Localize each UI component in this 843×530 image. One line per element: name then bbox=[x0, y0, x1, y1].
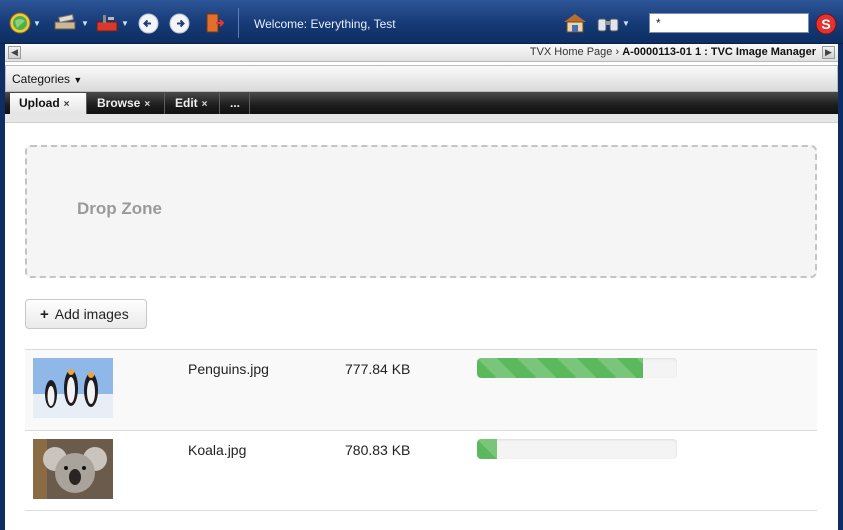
categories-menu[interactable]: Categories ▼ bbox=[12, 72, 82, 86]
logout-door-icon[interactable] bbox=[204, 11, 224, 35]
window-frame-right bbox=[838, 44, 843, 530]
breadcrumb-current: A-0000113-01 1 : TVC Image Manager bbox=[622, 46, 816, 58]
chevron-down-icon: ▼ bbox=[622, 18, 630, 28]
search-input[interactable] bbox=[649, 13, 809, 33]
home-globe-icon[interactable]: ▼ bbox=[9, 11, 41, 35]
breadcrumb-separator: › bbox=[615, 46, 620, 58]
breadcrumb: ◀ TVX Home Page › A-0000113-01 1 : TVC I… bbox=[5, 44, 838, 62]
tab-label: Browse bbox=[97, 96, 141, 110]
tab-edit[interactable]: Edit × bbox=[166, 93, 220, 114]
tab-label: ... bbox=[230, 96, 241, 110]
file-name: Koala.jpg bbox=[188, 442, 247, 458]
chevron-down-icon: ▼ bbox=[33, 18, 41, 28]
tools-icon[interactable]: ▼ bbox=[53, 11, 89, 35]
chevron-down-icon: ▼ bbox=[81, 18, 89, 28]
svg-text:S: S bbox=[821, 16, 830, 32]
tab-label: Upload bbox=[19, 96, 60, 110]
upload-file-list: Penguins.jpg 777.84 KB Koala.jpg 780.83 … bbox=[25, 349, 817, 511]
binoculars-icon[interactable]: ▼ bbox=[596, 11, 630, 35]
upload-progress-bar bbox=[477, 439, 677, 459]
toolbar-divider bbox=[238, 8, 239, 38]
list-item: Koala.jpg 780.83 KB bbox=[25, 430, 817, 511]
chevron-down-icon: ▼ bbox=[73, 75, 83, 85]
tab-upload[interactable]: Upload × bbox=[10, 93, 87, 114]
list-item: Penguins.jpg 777.84 KB bbox=[25, 349, 817, 430]
toolbox-icon[interactable]: ▼ bbox=[95, 11, 129, 35]
close-icon[interactable]: × bbox=[64, 99, 70, 110]
app-window: ▼ ▼ ▼ Welcome: Everything, Test ▼ * S ◀ … bbox=[0, 0, 843, 530]
chevron-down-icon: ▼ bbox=[121, 18, 129, 28]
tab-bar: Upload × Browse × Edit × ... bbox=[5, 92, 838, 114]
tab-browse[interactable]: Browse × bbox=[88, 93, 165, 114]
progress-fill bbox=[477, 358, 643, 378]
penguins-thumbnail bbox=[33, 358, 113, 418]
upload-progress-bar bbox=[477, 358, 677, 378]
tab-label: Edit bbox=[175, 96, 198, 110]
scroll-right-icon[interactable]: ▶ bbox=[822, 46, 835, 59]
list-divider bbox=[25, 510, 817, 511]
drop-zone[interactable]: Drop Zone bbox=[25, 145, 817, 278]
progress-fill bbox=[477, 439, 497, 459]
add-images-label: Add images bbox=[54, 306, 129, 322]
scroll-left-icon[interactable]: ◀ bbox=[8, 46, 21, 59]
back-icon[interactable] bbox=[138, 11, 159, 35]
plus-icon: + bbox=[40, 305, 49, 323]
categories-bar: Categories ▼ bbox=[5, 65, 838, 92]
koala-thumbnail bbox=[33, 439, 113, 499]
add-images-button[interactable]: + Add images bbox=[25, 299, 147, 329]
file-size: 777.84 KB bbox=[345, 361, 411, 377]
tab-strip-base bbox=[5, 114, 838, 123]
forward-icon[interactable] bbox=[169, 11, 190, 35]
tab-more[interactable]: ... bbox=[221, 93, 250, 114]
house-icon[interactable] bbox=[562, 11, 588, 35]
breadcrumb-trail: TVX Home Page › A-0000113-01 1 : TVC Ima… bbox=[530, 46, 816, 58]
welcome-text: Welcome: Everything, Test bbox=[254, 17, 396, 31]
categories-label: Categories bbox=[12, 72, 71, 86]
file-size: 780.83 KB bbox=[345, 442, 411, 458]
search-go-icon[interactable]: S bbox=[815, 12, 837, 36]
breadcrumb-home-link[interactable]: TVX Home Page bbox=[530, 46, 613, 58]
close-icon[interactable]: × bbox=[144, 99, 150, 110]
top-toolbar: ▼ ▼ ▼ Welcome: Everything, Test ▼ * S bbox=[0, 0, 843, 44]
close-icon[interactable]: × bbox=[202, 99, 208, 110]
drop-zone-label: Drop Zone bbox=[77, 199, 162, 218]
file-name: Penguins.jpg bbox=[188, 361, 269, 377]
